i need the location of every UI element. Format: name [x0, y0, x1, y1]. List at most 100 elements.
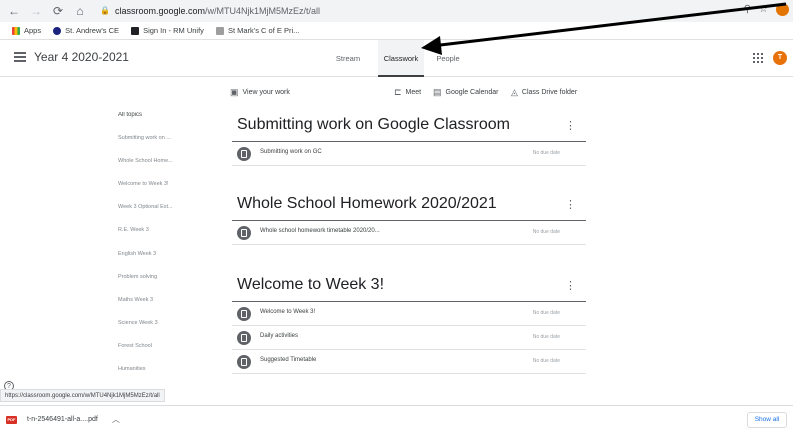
- topics-sidebar: All topics Submitting work on ... Whole …: [118, 112, 218, 389]
- bookmark-st-andrews[interactable]: St. Andrew's CE: [53, 26, 119, 35]
- sidebar-item-re-week-3[interactable]: R.E. Week 3: [118, 227, 218, 250]
- topic-title: Welcome to Week 3!: [237, 276, 385, 293]
- forward-arrow-icon[interactable]: →: [28, 3, 44, 19]
- more-options-icon[interactable]: ⋮: [565, 198, 576, 211]
- download-shelf: PDF t-n-2546491-all-a....pdf ︿ Show all: [0, 405, 793, 432]
- browser-profile-icon[interactable]: [776, 3, 789, 16]
- apps-grid-icon: [12, 26, 20, 35]
- video-camera-icon: ⊏: [394, 87, 402, 97]
- bookmark-label: St. Andrew's CE: [65, 26, 120, 35]
- meet-label: Meet: [405, 89, 422, 96]
- address-bar[interactable]: 🔒 classroom.google.com/w/MTU4Njk1MjM5MzE…: [100, 2, 760, 19]
- bookmark-label: Sign In - RM Unify: [143, 26, 204, 35]
- more-options-icon[interactable]: ⋮: [565, 279, 576, 292]
- due-date-label: No due date: [532, 229, 560, 235]
- school-crest-icon: [215, 26, 224, 35]
- list-item[interactable]: Suggested Timetable No due date: [232, 350, 586, 374]
- sidebar-item-submitting-work[interactable]: Submitting work on ...: [118, 135, 218, 158]
- pdf-file-icon: PDF: [6, 415, 17, 424]
- list-item-title: Suggested Timetable: [260, 357, 317, 363]
- class-drive-folder-button[interactable]: ◬ Class Drive folder: [511, 87, 577, 98]
- list-item[interactable]: Welcome to Week 3! No due date: [232, 302, 586, 326]
- list-item-title: Whole school homework timetable 2020/20.…: [260, 228, 380, 234]
- address-url: classroom.google.com/w/MTU4Njk1MjM5MzEz/…: [115, 6, 320, 16]
- google-apps-icon[interactable]: [753, 53, 763, 63]
- hamburger-menu-icon[interactable]: [14, 52, 26, 62]
- screen: ← → ⟳ ⌂ 🔒 classroom.google.com/w/MTU4Njk…: [0, 0, 793, 432]
- bookmark-st-marks[interactable]: St Mark's C of E Pri...: [215, 26, 300, 35]
- list-item-title: Daily activities: [260, 333, 299, 339]
- due-date-label: No due date: [532, 358, 560, 364]
- topic-section: Submitting work on Google Classroom ⋮ Su…: [232, 114, 586, 166]
- sidebar-item-english-week-3[interactable]: English Week 3: [118, 251, 218, 274]
- google-calendar-label: Google Calendar: [445, 89, 499, 96]
- sidebar-item-problem-solving[interactable]: Problem solving: [118, 274, 218, 297]
- topic-section: Whole School Homework 2020/2021 ⋮ Whole …: [232, 193, 586, 245]
- due-date-label: No due date: [532, 150, 560, 156]
- material-icon: [237, 355, 251, 369]
- drive-icon: ◬: [511, 87, 518, 97]
- sidebar-item-whole-school-homework[interactable]: Whole School Home...: [118, 158, 218, 181]
- list-item[interactable]: Submitting work on GC No due date: [232, 142, 586, 166]
- material-icon: [237, 331, 251, 345]
- sidebar-item-forest-school[interactable]: Forest School: [118, 343, 218, 366]
- due-date-label: No due date: [532, 310, 560, 316]
- material-icon: [237, 226, 251, 240]
- sidebar-item-all-topics[interactable]: All topics: [118, 112, 218, 135]
- calendar-icon: ▤: [433, 87, 442, 97]
- status-bar-url: https://classroom.google.com/w/MTU4Njk1M…: [0, 389, 165, 402]
- download-file-name: t-n-2546491-all-a....pdf: [27, 416, 98, 423]
- back-arrow-icon[interactable]: ←: [6, 3, 22, 19]
- home-icon[interactable]: ⌂: [72, 3, 88, 19]
- download-item[interactable]: PDF t-n-2546491-all-a....pdf ︿: [6, 414, 120, 425]
- url-path: /w/MTU4Njk1MjM5MzEz/t/all: [205, 5, 321, 16]
- chevron-up-icon[interactable]: ︿: [112, 414, 120, 425]
- topic-title: Submitting work on Google Classroom: [237, 116, 511, 133]
- sidebar-item-welcome-week-3[interactable]: Welcome to Week 3!: [118, 181, 218, 204]
- class-title: Year 4 2020-2021: [34, 50, 129, 64]
- view-your-work-label: View your work: [242, 89, 290, 96]
- lock-icon: 🔒: [100, 5, 110, 15]
- material-icon: [237, 307, 251, 321]
- bookmarks-bar: Apps St. Andrew's CE Sign In - RM Unify …: [0, 22, 793, 40]
- tab-people[interactable]: People: [428, 40, 468, 77]
- browser-toolbar: ← → ⟳ ⌂ 🔒 classroom.google.com/w/MTU4Njk…: [0, 0, 793, 22]
- material-icon: [237, 147, 251, 161]
- star-icon[interactable]: ☆: [759, 4, 768, 15]
- url-host: classroom.google.com: [115, 5, 206, 16]
- list-item-title: Submitting work on GC: [260, 149, 322, 155]
- view-your-work-button[interactable]: ▣ View your work: [230, 87, 290, 98]
- tab-stream[interactable]: Stream: [326, 40, 370, 77]
- bookmark-apps[interactable]: Apps: [12, 26, 41, 35]
- sidebar-item-maths-week-3[interactable]: Maths Week 3: [118, 297, 218, 320]
- topic-title: Whole School Homework 2020/2021: [237, 195, 497, 212]
- sidebar-item-science-week-3[interactable]: Science Week 3: [118, 320, 218, 343]
- bookmark-rm-unify[interactable]: Sign In - RM Unify: [131, 26, 204, 35]
- topic-header: Submitting work on Google Classroom ⋮: [232, 114, 586, 142]
- list-item[interactable]: Daily activities No due date: [232, 326, 586, 350]
- list-item[interactable]: Whole school homework timetable 2020/20.…: [232, 221, 586, 245]
- topic-section: Welcome to Week 3! ⋮ Welcome to Week 3! …: [232, 274, 586, 374]
- class-drive-folder-label: Class Drive folder: [521, 89, 578, 96]
- topic-header: Welcome to Week 3! ⋮: [232, 274, 586, 302]
- avatar[interactable]: T: [773, 51, 787, 65]
- zoom-icon[interactable]: ⚲: [744, 4, 751, 15]
- topic-header: Whole School Homework 2020/2021 ⋮: [232, 193, 586, 221]
- google-calendar-button[interactable]: ▤ Google Calendar: [433, 87, 498, 98]
- meet-button[interactable]: ⊏ Meet: [394, 87, 421, 98]
- tab-classwork[interactable]: Classwork: [378, 40, 424, 77]
- rm-icon: [131, 26, 140, 35]
- show-all-button[interactable]: Show all: [747, 412, 787, 428]
- reload-icon[interactable]: ⟳: [50, 3, 66, 19]
- list-item-title: Welcome to Week 3!: [260, 309, 316, 315]
- bookmark-label: St Mark's C of E Pri...: [227, 26, 300, 35]
- classroom-header: Year 4 2020-2021 Stream Classwork People…: [0, 40, 793, 77]
- due-date-label: No due date: [532, 334, 560, 340]
- bookmark-label: Apps: [24, 26, 42, 35]
- browser-actions: ⚲ ☆: [744, 3, 789, 16]
- school-icon: [53, 26, 62, 35]
- assignment-icon: ▣: [230, 87, 239, 97]
- sidebar-item-humanities[interactable]: Humanities: [118, 366, 218, 389]
- more-options-icon[interactable]: ⋮: [565, 119, 576, 132]
- sidebar-item-week-3-optional[interactable]: Week 3 Optional Ext...: [118, 204, 218, 227]
